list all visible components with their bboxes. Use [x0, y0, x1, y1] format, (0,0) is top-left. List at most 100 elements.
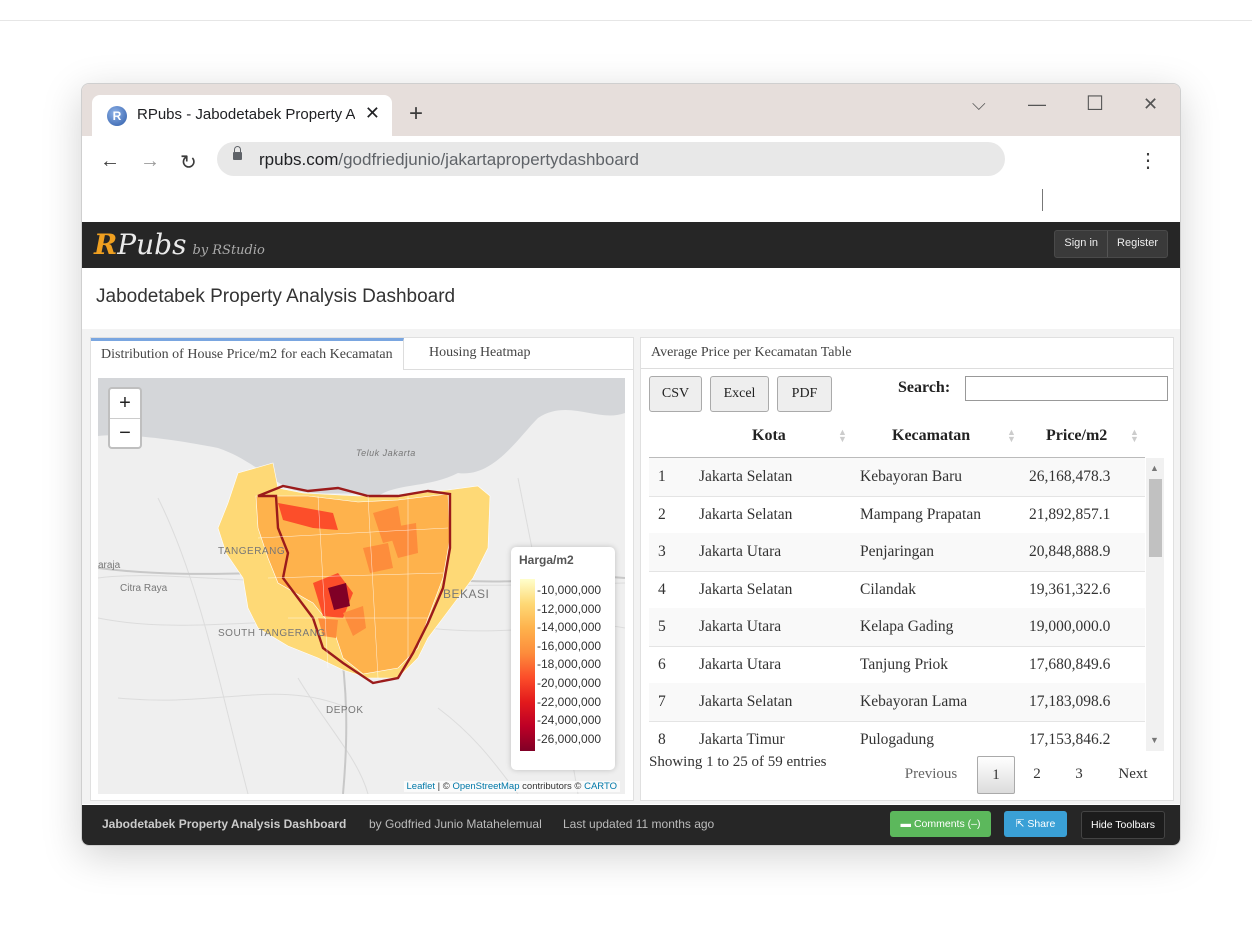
leaflet-map[interactable]: Teluk Jakarta TANGERANG Citra Raya SOUTH…	[98, 378, 625, 794]
scrollbar-thumb[interactable]	[1149, 479, 1162, 557]
legend-label: -24,000,000	[537, 713, 602, 728]
excel-button[interactable]: Excel	[710, 376, 769, 412]
cell-kota: Jakarta Timur	[699, 730, 785, 748]
new-tab-icon[interactable]: +	[409, 101, 423, 127]
maximize-icon[interactable]: ☐	[1086, 91, 1104, 116]
map-tabs: Distribution of House Price/m2 for each …	[91, 338, 633, 370]
row-index: 7	[658, 693, 666, 710]
lock-icon	[233, 146, 242, 160]
cell-price: 26,168,478.3	[1029, 468, 1111, 485]
footer-author: by Godfried Junio Matahelemual	[369, 817, 542, 831]
search-input[interactable]	[965, 376, 1168, 401]
carto-link[interactable]: CARTO	[584, 781, 617, 792]
share-button[interactable]: ⇱ Share	[1004, 811, 1067, 837]
comment-icon: ▬	[900, 818, 914, 830]
table-row[interactable]: 1 Jakarta Selatan Kebayoran Baru 26,168,…	[649, 458, 1145, 497]
map-label-depok: DEPOK	[326, 705, 364, 716]
cell-price: 21,892,857.1	[1029, 505, 1111, 523]
price-legend: Harga/m2 -10,000,000 -12,000,000 -14,000…	[511, 547, 615, 770]
zoom-in-button[interactable]: +	[110, 389, 140, 418]
table-row[interactable]: 2 Jakarta Selatan Mampang Prapatan 21,89…	[649, 496, 1145, 534]
map-label-bekasi: BEKASI	[443, 587, 490, 601]
close-window-icon[interactable]: ✕	[1143, 94, 1158, 115]
cell-kecamatan: Cilandak	[860, 580, 916, 598]
legend-label: -20,000,000	[537, 675, 602, 690]
register-button[interactable]: Register	[1107, 231, 1167, 257]
column-header-kecamatan[interactable]: Kecamatan	[892, 427, 970, 445]
tab-title: RPubs - Jabodetabek Property Analysis Da…	[137, 106, 355, 123]
legend-labels: -10,000,000 -12,000,000 -14,000,000 -16,…	[537, 581, 601, 748]
table-row[interactable]: 5 Jakarta Utara Kelapa Gading 19,000,000…	[649, 608, 1145, 647]
page-3-button[interactable]: 3	[1063, 756, 1095, 792]
forward-icon[interactable]: →	[140, 150, 160, 173]
sort-icon[interactable]: ▲ ▼	[1130, 428, 1139, 444]
legend-label: -12,000,000	[537, 601, 602, 616]
map-panel: Distribution of House Price/m2 for each …	[90, 337, 634, 801]
rpubs-footer: Jabodetabek Property Analysis Dashboard …	[82, 805, 1180, 845]
cell-kota: Jakarta Selatan	[699, 468, 793, 485]
scroll-up-icon[interactable]: ▲	[1150, 463, 1159, 473]
page-1-button[interactable]: 1	[977, 756, 1015, 794]
table-info: Showing 1 to 25 of 59 entries	[649, 754, 827, 770]
page-title: Jabodetabek Property Analysis Dashboard	[96, 286, 456, 307]
table-scrollbar[interactable]: ▲ ▼	[1146, 458, 1164, 751]
table-row[interactable]: 4 Jakarta Selatan Cilandak 19,361,322.6	[649, 571, 1145, 609]
page-top-divider	[0, 20, 1252, 21]
cell-price: 19,361,322.6	[1029, 580, 1111, 598]
legend-label: -22,000,000	[537, 694, 602, 709]
zoom-out-button[interactable]: −	[110, 418, 140, 448]
table-row[interactable]: 8 Jakarta Timur Pulogadung 17,153,846.2	[649, 721, 1145, 752]
cell-price: 17,183,098.6	[1029, 693, 1111, 710]
rpubs-logo[interactable]: RPubs by RStudio	[94, 228, 265, 261]
tab-strip: R RPubs - Jabodetabek Property Analysis …	[82, 84, 1180, 136]
map-attribution: Leaflet | © OpenStreetMap contributors ©…	[403, 781, 620, 792]
column-header-price[interactable]: Price/m2	[1046, 427, 1107, 445]
map-label-teluk-jakarta: Teluk Jakarta	[356, 448, 416, 458]
table-row[interactable]: 6 Jakarta Utara Tanjung Priok 17,680,849…	[649, 646, 1145, 684]
sort-icon[interactable]: ▲ ▼	[1007, 428, 1016, 444]
table-row[interactable]: 3 Jakarta Utara Penjaringan 20,848,888.9	[649, 533, 1145, 572]
page-2-button[interactable]: 2	[1021, 756, 1053, 792]
hide-toolbars-button[interactable]: Hide Toolbars	[1081, 811, 1165, 839]
reload-icon[interactable]: ↻	[180, 150, 197, 175]
osm-link[interactable]: OpenStreetMap	[452, 781, 519, 792]
comments-button[interactable]: ▬ Comments (–)	[890, 811, 991, 837]
table-row[interactable]: 7 Jakarta Selatan Kebayoran Lama 17,183,…	[649, 683, 1145, 722]
sign-in-button[interactable]: Sign in	[1055, 231, 1107, 257]
cell-kota: Jakarta Selatan	[699, 693, 793, 710]
address-bar[interactable]: rpubs.com/godfriedjunio/jakartapropertyd…	[217, 142, 1005, 176]
map-label-south-tangerang: SOUTH TANGERANG	[218, 628, 326, 639]
cell-price: 17,153,846.2	[1029, 730, 1111, 748]
pdf-button[interactable]: PDF	[777, 376, 832, 412]
sort-icon[interactable]: ▲ ▼	[838, 428, 847, 444]
table-panel-header: Average Price per Kecamatan Table	[641, 338, 1173, 369]
cell-kecamatan: Pulogadung	[860, 730, 935, 748]
rpubs-header: RPubs by RStudio Sign in Register	[82, 222, 1180, 268]
legend-label: -16,000,000	[537, 638, 602, 653]
row-index: 2	[658, 505, 666, 523]
row-index: 1	[658, 468, 666, 485]
tab-distribution[interactable]: Distribution of House Price/m2 for each …	[91, 338, 404, 370]
row-index: 5	[658, 618, 666, 635]
browser-tab[interactable]: R RPubs - Jabodetabek Property Analysis …	[92, 95, 392, 136]
tab-search-icon[interactable]: ⌵	[972, 94, 986, 115]
row-index: 6	[658, 655, 666, 673]
table-header: Kota ▲ ▼ Kecamatan ▲ ▼ Price/m2 ▲ ▼	[649, 422, 1145, 458]
close-tab-icon[interactable]: ✕	[365, 103, 380, 124]
cell-kecamatan: Tanjung Priok	[860, 655, 949, 673]
legend-label: -14,000,000	[537, 620, 602, 635]
scroll-down-icon[interactable]: ▼	[1150, 735, 1159, 745]
back-icon[interactable]: ←	[100, 150, 120, 173]
leaflet-link[interactable]: Leaflet	[407, 781, 436, 792]
map-label-araja: araja	[98, 560, 121, 571]
share-icon: ⇱	[1015, 818, 1028, 830]
column-header-kota[interactable]: Kota	[752, 427, 786, 445]
minimize-icon[interactable]: —	[1028, 94, 1046, 115]
next-page-button[interactable]: Next	[1107, 756, 1159, 792]
tab-housing-heatmap[interactable]: Housing Heatmap	[419, 338, 540, 368]
cell-kecamatan: Penjaringan	[860, 543, 935, 560]
previous-page-button[interactable]: Previous	[891, 756, 971, 792]
cell-kota: Jakarta Selatan	[699, 505, 793, 523]
csv-button[interactable]: CSV	[649, 376, 702, 412]
browser-menu-icon[interactable]: ⋮	[1138, 148, 1158, 173]
